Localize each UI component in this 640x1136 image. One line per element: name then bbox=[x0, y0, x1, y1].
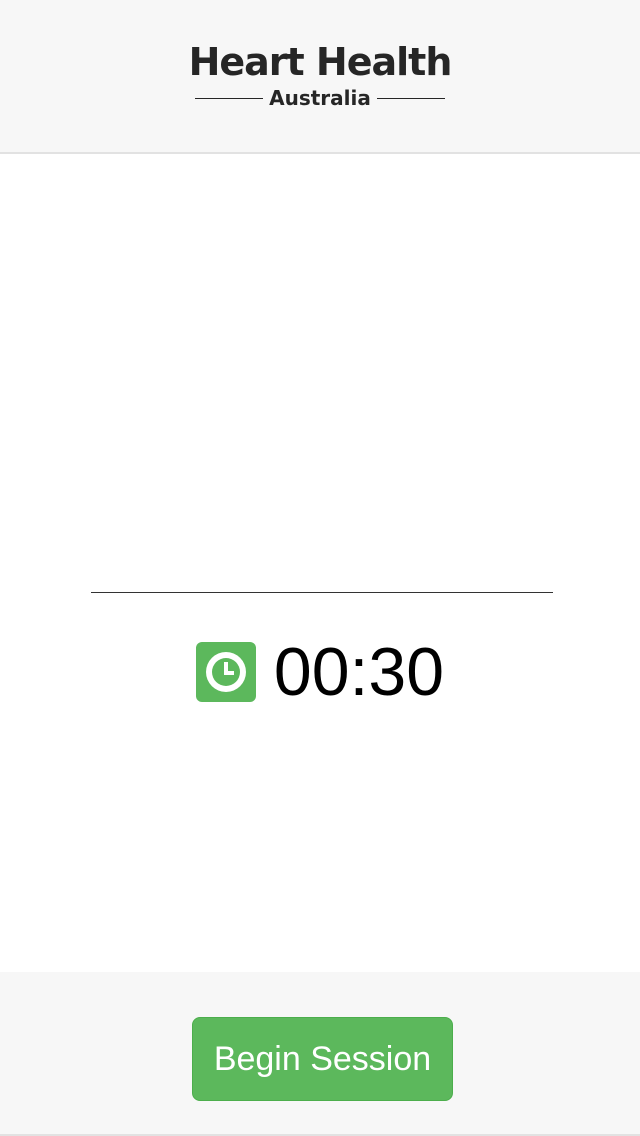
main-content: 00:30 bbox=[0, 154, 640, 972]
clock-icon bbox=[195, 642, 256, 702]
app-header: Heart Health Australia bbox=[0, 0, 640, 154]
logo-right-rule bbox=[376, 97, 445, 99]
begin-session-button[interactable]: Begin Session bbox=[192, 1017, 453, 1101]
logo-title: Heart Health bbox=[188, 40, 453, 84]
bottom-bar: Begin Session bbox=[0, 972, 640, 1136]
content-divider bbox=[91, 592, 553, 593]
timer-display: 00:30 bbox=[273, 634, 445, 710]
logo-subtitle-row: Australia bbox=[0, 86, 640, 110]
session-timer: 00:30 bbox=[0, 632, 640, 712]
logo-subtitle: Australia bbox=[269, 86, 371, 110]
heart-health-australia-logo: Heart Health Australia bbox=[0, 38, 640, 110]
logo-left-rule bbox=[195, 97, 264, 99]
